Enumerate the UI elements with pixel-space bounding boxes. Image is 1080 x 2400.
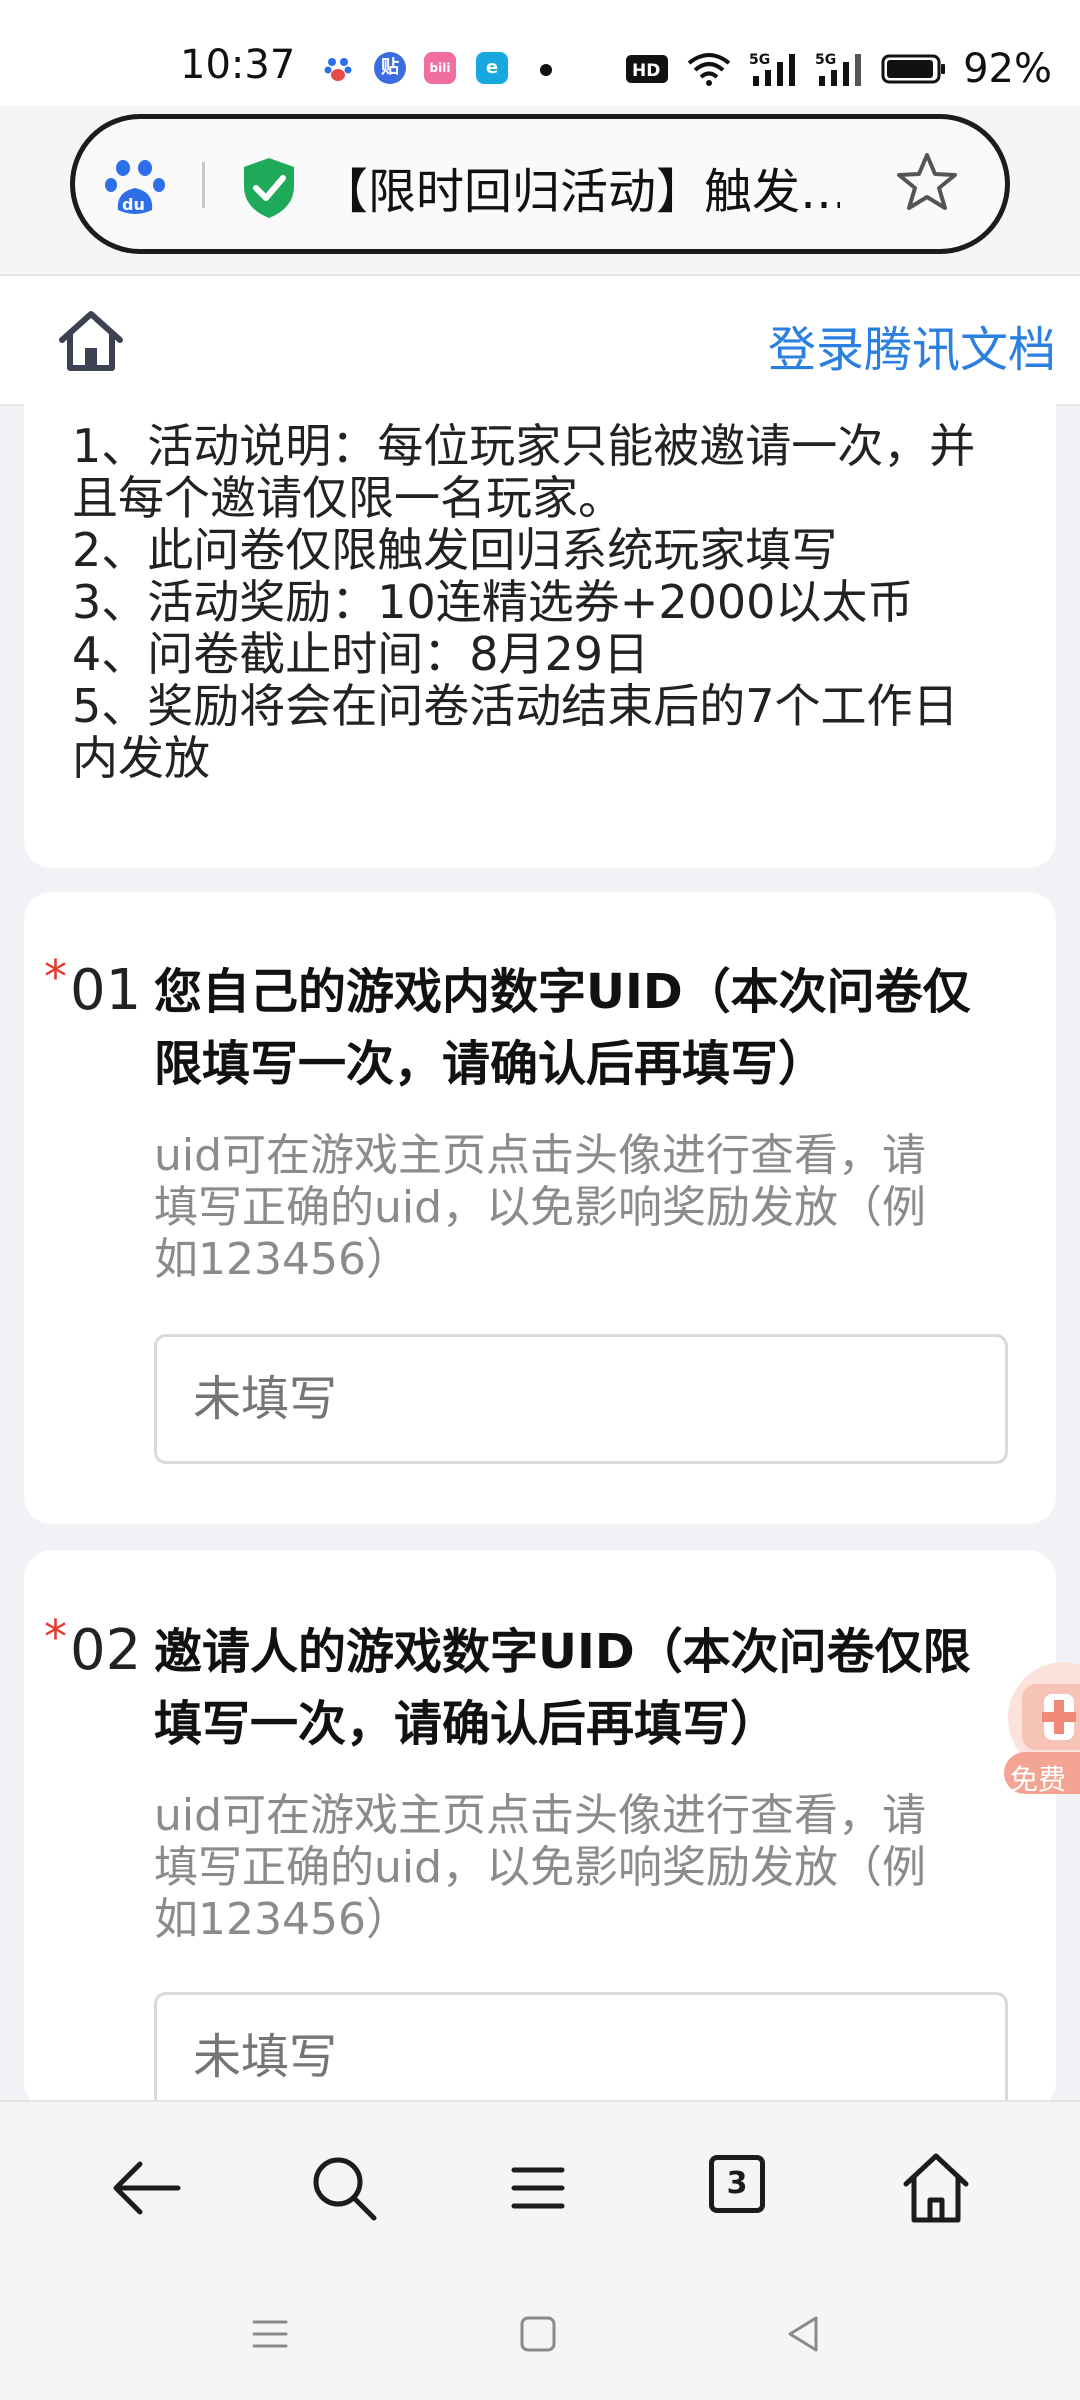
menu-icon[interactable]	[490, 2140, 586, 2236]
home-icon[interactable]	[56, 308, 126, 374]
question-number: 02	[70, 1618, 142, 1683]
page-title[interactable]: 【限时回归活动】触发…	[320, 152, 840, 222]
signal-5g-icon: 5G	[749, 52, 796, 86]
battery-percent: 92%	[963, 46, 1052, 92]
tieba-icon: 贴	[374, 52, 406, 84]
free-gift-label: 免费	[1010, 1763, 1067, 1796]
star-icon[interactable]	[894, 150, 960, 216]
tabs-icon[interactable]: 3	[709, 2155, 765, 2213]
question-hint: 如123456）	[154, 1234, 410, 1285]
info-line: 2、此问卷仅限触发回归系统玩家填写	[72, 523, 838, 577]
info-line: 1、活动说明：每位玩家只能被邀请一次，并	[72, 419, 976, 473]
baidu-icon	[322, 52, 354, 84]
back-triangle-icon[interactable]	[780, 2310, 828, 2358]
search-icon[interactable]	[296, 2140, 392, 2236]
svg-text:du: du	[122, 195, 145, 214]
recent-apps-icon[interactable]	[246, 2310, 294, 2358]
svg-text:5G: 5G	[815, 52, 836, 68]
question-number: 01	[70, 958, 142, 1023]
svg-text:5G: 5G	[749, 52, 770, 68]
required-mark: *	[44, 1610, 67, 1664]
question-title: 限填写一次，请确认后再填写）	[154, 1036, 827, 1092]
hd-icon: HD	[626, 55, 669, 83]
question-hint: 填写正确的uid，以免影响奖励发放（例	[154, 1182, 927, 1233]
home-icon[interactable]	[888, 2140, 984, 2236]
info-line: 且每个邀请仅限一名玩家。	[72, 471, 624, 525]
baidu-du-icon[interactable]: du	[104, 158, 168, 218]
wifi-icon	[687, 53, 731, 86]
question-hint: uid可在游戏主页点击头像进行查看，请	[154, 1130, 927, 1181]
uid-input[interactable]	[154, 1334, 1008, 1464]
question-title: 填写一次，请确认后再填写）	[154, 1696, 779, 1752]
battery-icon	[881, 54, 946, 84]
info-line: 5、奖励将会在问卷活动结束后的7个工作日	[72, 679, 959, 733]
question-hint: uid可在游戏主页点击头像进行查看，请	[154, 1790, 927, 1841]
signal-5g-icon: 5G	[815, 52, 862, 86]
address-divider	[202, 162, 205, 208]
question-hint: 如123456）	[154, 1894, 410, 1945]
info-line: 内发放	[72, 731, 210, 785]
notification-dot-icon	[540, 64, 552, 76]
required-mark: *	[44, 950, 67, 1004]
status-right: HD 5G 5G 92%	[625, 44, 1052, 94]
question-hint: 填写正确的uid，以免影响奖励发放（例	[154, 1842, 927, 1893]
shield-check-icon	[240, 156, 298, 220]
home-square-icon[interactable]	[514, 2310, 562, 2358]
question-title: 邀请人的游戏数字UID（本次问卷仅限	[154, 1624, 971, 1680]
back-arrow-icon[interactable]	[100, 2140, 196, 2236]
status-time: 10:37	[180, 42, 296, 88]
info-line: 3、活动奖励：10连精选券+2000以太币	[72, 575, 914, 629]
question-title: 您自己的游戏内数字UID（本次问卷仅	[154, 964, 971, 1020]
bilibili-icon: bili	[424, 52, 456, 84]
edge-icon: e	[476, 52, 508, 84]
login-tencent-docs-link[interactable]: 登录腾讯文档	[768, 310, 1056, 380]
svg-text:HD: HD	[632, 61, 660, 81]
info-line: 4、问卷截止时间：8月29日	[72, 627, 650, 681]
